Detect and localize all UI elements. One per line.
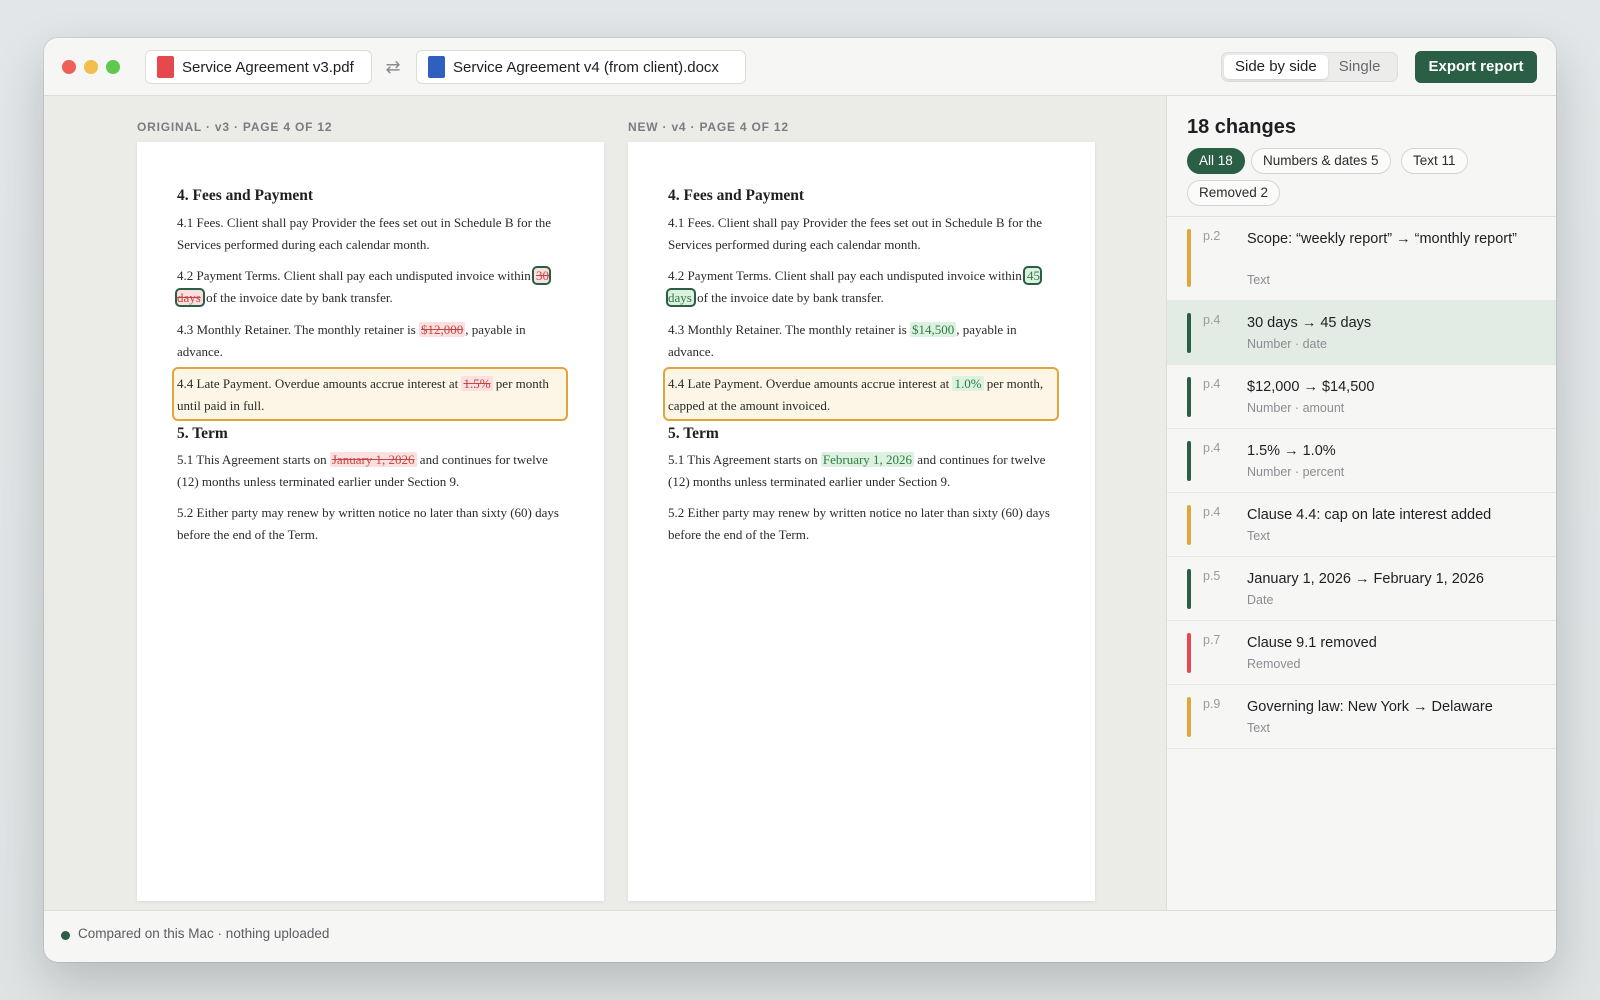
change-type: Text [1247,273,1270,287]
docx-file-icon [428,56,445,78]
change-type: Number · amount [1247,401,1345,415]
change-item[interactable]: p.5 January 1, 2026 → February 1, 2026 D… [1167,557,1556,621]
change-title: January 1, 2026 → February 1, 2026 [1247,571,1484,587]
clause-4-1: 4.1 Fees. Client shall pay Provider the … [668,215,1043,252]
change-page: p.4 [1203,313,1221,327]
zoom-window-button[interactable] [106,60,120,74]
change-marker [1187,229,1191,287]
change-title: $12,000 → $14,500 [1247,379,1375,395]
change-type: Number · percent [1247,465,1345,479]
new-page-caption: NEW · v4 · PAGE 4 OF 12 [628,120,789,134]
clause-4-3: 4.3 Monthly Retainer. The monthly retain… [177,322,526,359]
change-item[interactable]: p.2 Scope: “weekly report” → “monthly re… [1167,217,1556,301]
pdf-file-icon [157,56,174,78]
clause-4-4: 4.4 Late Payment. Overdue amounts accrue… [177,376,549,413]
status-dot-icon [61,931,70,940]
original-file-name: Service Agreement v3.pdf [182,58,354,76]
document-comparison-area: ORIGINAL · v3 · PAGE 4 OF 12 NEW · v4 · … [44,96,1166,910]
clause-5-2: 5.2 Either party may renew by written no… [668,505,1050,542]
change-item[interactable]: p.4 $12,000 → $14,500 Number · amount [1167,365,1556,429]
change-type: Date [1247,593,1274,607]
clause-4-2: 4.2 Payment Terms. Client shall pay each… [174,266,552,307]
change-item[interactable]: p.4 1.5% → 1.0% Number · percent [1167,429,1556,493]
new-file-name: Service Agreement v4 (from client).docx [453,58,719,76]
change-page: p.7 [1203,633,1221,647]
change-title: 1.5% → 1.0% [1247,443,1336,459]
change-page: p.2 [1203,229,1221,243]
change-marker [1187,633,1191,673]
change-title: Scope: “weekly report” → “monthly report… [1247,231,1517,247]
filter-removed[interactable]: Removed 2 [1187,180,1281,206]
change-title: Clause 4.4: cap on late interest added [1247,507,1492,523]
inserted-text[interactable]: $14,500 [910,322,957,337]
filter-all[interactable]: All 18 [1187,148,1245,174]
status-text: Compared on this Mac · nothing uploaded [78,926,330,941]
export-report-button[interactable]: Export report [1415,51,1537,83]
change-type: Removed [1247,657,1301,671]
change-page: p.4 [1203,441,1221,455]
filter-numbers-dates[interactable]: Numbers & dates 5 [1251,148,1391,174]
change-marker [1187,505,1191,545]
inserted-text[interactable]: February 1, 2026 [820,452,915,467]
change-marker [1187,441,1191,481]
change-title: Governing law: New York → Delaware [1247,699,1493,715]
clause-5-2: 5.2 Either party may renew by written no… [177,505,559,542]
clause-5-1: 5.1 This Agreement starts on February 1,… [668,452,1046,489]
original-file-chip[interactable]: Service Agreement v3.pdf [145,50,372,84]
change-page: p.4 [1203,505,1221,519]
clause-4-4: 4.4 Late Payment. Overdue amounts accrue… [668,376,1044,413]
change-page: p.4 [1203,377,1221,391]
app-window: Service Agreement v3.pdf ⇄ Service Agree… [44,38,1556,962]
inserted-text[interactable]: 1.0% [952,376,984,391]
section-heading: 4. Fees and Payment [177,187,314,204]
filter-text[interactable]: Text 11 [1401,148,1468,174]
deleted-text[interactable]: January 1, 2026 [329,452,417,467]
minimize-window-button[interactable] [84,60,98,74]
change-item[interactable]: p.9 Governing law: New York → Delaware T… [1167,685,1556,749]
swap-icon[interactable]: ⇄ [380,54,406,80]
deleted-text[interactable]: 1.5% [461,376,493,391]
change-item[interactable]: p.4 Clause 4.4: cap on late interest add… [1167,493,1556,557]
changes-sidebar: 18 changes All 18 Numbers & dates 5 Text… [1166,96,1556,910]
change-item[interactable]: p.4 30 days → 45 days Number · date [1167,301,1556,365]
changes-count-title: 18 changes [1187,116,1296,138]
single-view-button[interactable]: Single [1328,55,1392,79]
change-type: Text [1247,529,1270,543]
original-page[interactable]: 4. Fees and Payment 4.1 Fees. Client sha… [137,142,604,901]
view-mode-toggle: Side by side Single [1221,52,1398,82]
change-type: Number · date [1247,337,1327,351]
status-bar: Compared on this Mac · nothing uploaded [44,910,1556,962]
change-item[interactable]: p.7 Clause 9.1 removed Removed [1167,621,1556,685]
change-marker [1187,377,1191,417]
side-by-side-button[interactable]: Side by side [1224,55,1328,79]
change-page: p.5 [1203,569,1221,583]
change-type: Text [1247,721,1270,735]
deleted-text[interactable]: $12,000 [419,322,466,337]
change-title: Clause 9.1 removed [1247,635,1377,651]
clause-4-2: 4.2 Payment Terms. Client shall pay each… [665,266,1043,307]
new-page[interactable]: 4. Fees and Payment 4.1 Fees. Client sha… [628,142,1095,901]
clause-4-1: 4.1 Fees. Client shall pay Provider the … [177,215,552,252]
section-heading: 4. Fees and Payment [668,187,805,204]
clause-4-3: 4.3 Monthly Retainer. The monthly retain… [668,322,1017,359]
change-title: 30 days → 45 days [1247,315,1372,331]
new-file-chip[interactable]: Service Agreement v4 (from client).docx [416,50,746,84]
original-page-caption: ORIGINAL · v3 · PAGE 4 OF 12 [137,120,333,134]
change-marker [1187,313,1191,353]
title-bar: Service Agreement v3.pdf ⇄ Service Agree… [44,38,1556,96]
clause-5-1: 5.1 This Agreement starts on January 1, … [177,452,548,489]
change-page: p.9 [1203,697,1221,711]
close-window-button[interactable] [62,60,76,74]
section-heading: 5. Term [177,425,228,442]
change-marker [1187,569,1191,609]
section-heading: 5. Term [668,425,719,442]
change-marker [1187,697,1191,737]
